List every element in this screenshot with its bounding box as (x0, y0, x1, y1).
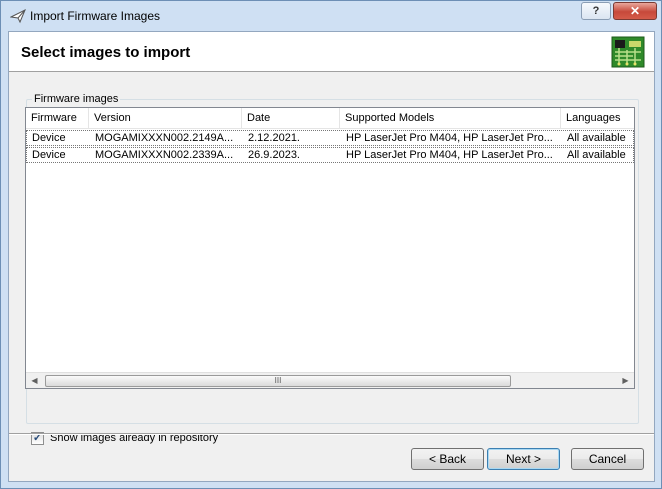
cell-languages: All available (567, 132, 626, 144)
wizard-header: Select images to import (9, 32, 654, 72)
title-bar[interactable]: Import Firmware Images ? ✕ (1, 1, 661, 31)
column-header-version[interactable]: Version (89, 108, 242, 129)
cell-languages: All available (567, 149, 626, 161)
scroll-right-icon[interactable]: ▶ (617, 373, 634, 389)
group-label: Firmware images (32, 93, 121, 105)
cancel-button[interactable]: Cancel (571, 448, 644, 470)
column-header-firmware[interactable]: Firmware (26, 108, 89, 129)
list-header: Firmware Version Date Supported Models L… (26, 108, 634, 129)
scrollbar-thumb[interactable]: III (45, 375, 511, 387)
window-title: Import Firmware Images (30, 9, 161, 23)
cell-firmware: Device (32, 149, 66, 161)
horizontal-scrollbar[interactable]: ◀ III ▶ (26, 372, 634, 388)
footer-divider-highlight (9, 434, 654, 435)
table-row[interactable]: Device MOGAMIXXXN002.2339A... 26.9.2023.… (26, 147, 634, 163)
cell-supported-models: HP LaserJet Pro M404, HP LaserJet Pro... (346, 149, 553, 161)
close-button[interactable]: ✕ (613, 2, 657, 20)
cell-date: 2.12.2021. (248, 132, 300, 144)
cell-date: 26.9.2023. (248, 149, 300, 161)
firmware-images-list[interactable]: Firmware Version Date Supported Models L… (25, 107, 635, 389)
next-button[interactable]: Next > (487, 448, 560, 470)
circuit-board-icon (611, 36, 645, 68)
column-header-date[interactable]: Date (242, 108, 340, 129)
help-button[interactable]: ? (581, 2, 611, 20)
cell-version: MOGAMIXXXN002.2149A... (95, 132, 234, 144)
cell-version: MOGAMIXXXN002.2339A... (95, 149, 234, 161)
page-title: Select images to import (21, 44, 191, 61)
paper-plane-icon (10, 8, 26, 24)
back-button[interactable]: < Back (411, 448, 484, 470)
column-header-supported-models[interactable]: Supported Models (340, 108, 561, 129)
cell-supported-models: HP LaserJet Pro M404, HP LaserJet Pro... (346, 132, 553, 144)
column-header-languages[interactable]: Languages (561, 108, 634, 129)
scroll-left-icon[interactable]: ◀ (26, 373, 43, 389)
table-row[interactable]: Device MOGAMIXXXN002.2149A... 2.12.2021.… (26, 130, 634, 146)
cell-firmware: Device (32, 132, 66, 144)
